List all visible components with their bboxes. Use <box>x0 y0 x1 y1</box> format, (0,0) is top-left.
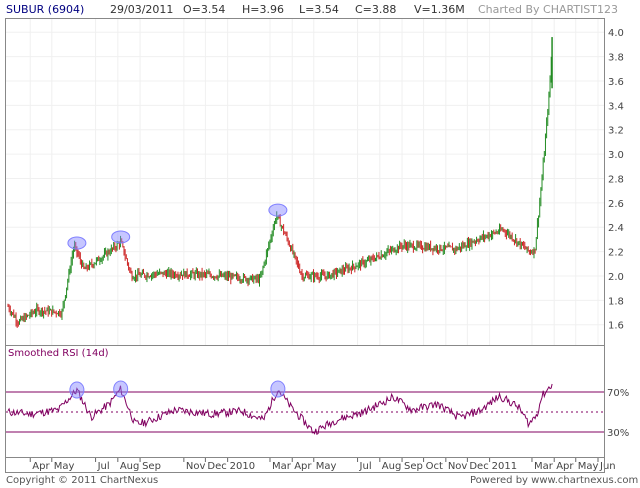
rsi-highlight-marker <box>113 380 129 398</box>
date-tick-label: Jul <box>97 461 110 472</box>
price-tick-label: 2.0 <box>608 272 624 283</box>
date-tick-label: Apr <box>32 461 50 472</box>
high-label: H=3.96 <box>242 3 284 16</box>
date-tick-label: Sep <box>404 461 423 472</box>
date-tick-label: May <box>54 461 75 472</box>
price-axis: 1.6 1.8 2.0 2.2 2.4 2.6 2.8 3.0 3.2 3.4 3.6 3.8 4.0 <box>608 28 624 332</box>
date-tick-label: Dec <box>469 461 488 472</box>
rsi-tick-label: 70% <box>607 388 629 399</box>
date-tick-label: Dec <box>207 461 226 472</box>
rsi-highlight-marker <box>69 381 85 399</box>
price-tick-label: 1.6 <box>608 321 624 332</box>
price-tick-label: 3.6 <box>608 77 624 88</box>
price-grid <box>6 19 604 345</box>
price-tick-label: 2.2 <box>608 248 624 259</box>
price-tick-label: 4.0 <box>608 28 624 39</box>
powered-by-label: Powered by www.chartnexus.com <box>470 475 639 486</box>
rsi-tick-label: 30% <box>607 428 629 439</box>
date-tick-label: 2011 <box>492 461 517 472</box>
price-tick-label: 2.6 <box>608 199 624 210</box>
price-highlight-marker <box>268 203 288 217</box>
price-tick-label: 3.4 <box>608 101 624 112</box>
low-label: L=3.54 <box>299 3 339 16</box>
date-tick-label: Aug <box>120 461 140 472</box>
price-tick-label: 3.0 <box>608 150 624 161</box>
date-tick-label: Apr <box>294 461 312 472</box>
volume-label: V=1.36M <box>414 3 465 16</box>
date-tick-label: Jul <box>359 461 372 472</box>
price-tick-label: 2.4 <box>608 223 624 234</box>
price-tick-label: 2.8 <box>608 174 624 185</box>
price-tick-label: 3.2 <box>608 126 624 137</box>
date-tick-label: May <box>316 461 337 472</box>
date-tick-label: Jun <box>599 461 616 472</box>
price-tick-label: 1.8 <box>608 296 624 307</box>
price-tick-label: 3.8 <box>608 53 624 64</box>
rsi-highlight-marker <box>270 380 286 398</box>
date-tick-label: Aug <box>382 461 402 472</box>
stock-chart: 1.61.82.02.22.42.62.83.03.23.43.63.84.0 … <box>5 18 629 473</box>
rsi-title: Smoothed RSI (14d) <box>8 348 109 359</box>
symbol-label: SUBUR (6904) <box>6 3 85 16</box>
date-axis: Apr May Jul Aug Sep Nov Dec 2010 Mar Apr May Jul Aug… <box>29 458 616 472</box>
rsi-panel: 70% 30% <box>6 380 629 439</box>
date-tick-label: 2010 <box>230 461 255 472</box>
copyright-label: Copyright © 2011 ChartNexus <box>6 475 159 486</box>
close-label: C=3.88 <box>355 3 397 16</box>
date-tick-label: Nov <box>448 461 468 472</box>
date-label: 29/03/2011 <box>110 3 174 16</box>
date-tick-label: Mar <box>534 461 554 472</box>
date-tick-label: Apr <box>556 461 574 472</box>
date-tick-label: Oct <box>426 461 443 472</box>
date-tick-label: Nov <box>186 461 206 472</box>
date-tick-label: May <box>578 461 599 472</box>
date-tick-label: Sep <box>142 461 161 472</box>
date-tick-label: Mar <box>272 461 292 472</box>
credit-label: Charted By CHARTIST123 <box>478 3 619 16</box>
open-label: O=3.54 <box>183 3 226 16</box>
price-highlight-marker <box>67 236 87 250</box>
price-highlight-marker <box>111 230 131 244</box>
